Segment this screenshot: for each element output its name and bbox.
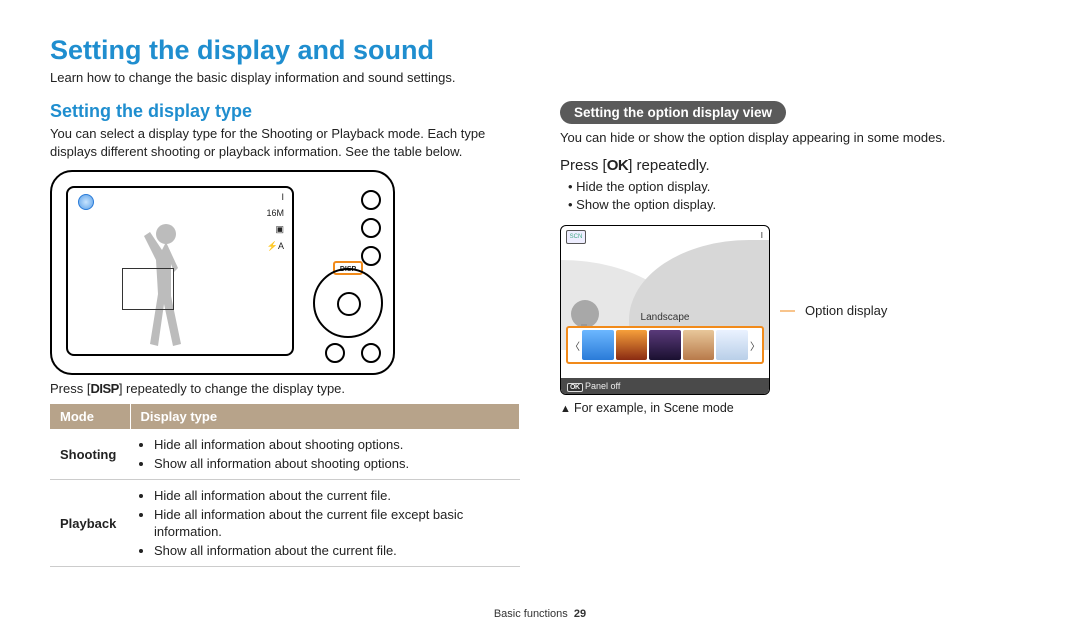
table-mode-playback: Playback xyxy=(50,480,130,567)
press-ok-step: Press [OK] repeatedly. xyxy=(560,157,1030,174)
ok-key-icon: OK xyxy=(567,383,583,392)
table-mode-shooting: Shooting xyxy=(50,429,130,480)
row-left-arrow-icon: 〈 xyxy=(570,330,580,360)
table-item: Hide all information about the current f… xyxy=(154,506,510,541)
display-type-para: You can select a display type for the Sh… xyxy=(50,125,520,160)
option-view-para: You can hide or show the option display … xyxy=(560,129,1030,147)
camera-button-2 xyxy=(361,218,381,238)
option-display-row: 〈 〉 xyxy=(566,326,764,364)
camera-caption: Press [DISP] repeatedly to change the di… xyxy=(50,381,520,396)
scene-thumb xyxy=(683,330,715,360)
camera-button-3 xyxy=(361,246,381,266)
camera-button-1 xyxy=(361,190,381,210)
scene-thumb xyxy=(649,330,681,360)
right-column: Setting the option display view You can … xyxy=(560,101,1030,567)
table-head-mode: Mode xyxy=(50,404,130,429)
camera-bottom-buttons xyxy=(325,343,381,363)
table-head-type: Display type xyxy=(130,404,520,429)
section-title-display-type: Setting the display type xyxy=(50,101,520,122)
camera-dpad xyxy=(313,268,383,338)
option-display-callout: Option display xyxy=(805,303,887,318)
left-column: Setting the display type You can select … xyxy=(50,101,520,567)
scene-thumb xyxy=(616,330,648,360)
option-view-pill: Setting the option display view xyxy=(560,101,786,124)
scene-thumb xyxy=(582,330,614,360)
page-footer: Basic functions 29 xyxy=(0,608,1080,620)
camera-status-icons: I16M▣⚡A xyxy=(266,192,284,252)
focus-box xyxy=(122,268,174,310)
option-bullet: Show the option display. xyxy=(568,196,1030,215)
disp-glyph: DISP xyxy=(90,381,118,396)
table-item: Hide all information about the current f… xyxy=(154,487,510,505)
camera-dpad-center xyxy=(337,292,361,316)
scene-thumb xyxy=(716,330,748,360)
option-bullet: Hide the option display. xyxy=(568,178,1030,197)
option-bullets: Hide the option display. Show the option… xyxy=(568,178,1030,216)
display-type-table: Mode Display type Shooting Hide all info… xyxy=(50,404,520,567)
scn-mode-icon: SCN xyxy=(566,230,586,244)
example-note: For example, in Scene mode xyxy=(560,401,1030,415)
camera-top-buttons xyxy=(361,190,381,266)
row-right-arrow-icon: 〉 xyxy=(750,330,760,360)
scene-row-label: Landscape xyxy=(561,312,769,323)
callout-arrow-icon: — xyxy=(780,302,795,319)
ok-glyph: OK xyxy=(607,157,629,174)
intro-text: Learn how to change the basic display in… xyxy=(50,70,1030,85)
scene-illustration: SCN I 16M ◉ Landscape 〈 xyxy=(560,225,770,395)
camera-button-5 xyxy=(361,343,381,363)
camera-button-4 xyxy=(325,343,345,363)
footer-section: Basic functions xyxy=(494,608,568,620)
camera-illustration: I16M▣⚡A DISP xyxy=(50,170,395,375)
page-title: Setting the display and sound xyxy=(50,35,1030,66)
table-row: Shooting Hide all information about shoo… xyxy=(50,429,520,480)
table-item: Hide all information about shooting opti… xyxy=(154,436,510,454)
globe-icon xyxy=(78,194,94,210)
table-row: Playback Hide all information about the … xyxy=(50,480,520,567)
table-item: Show all information about shooting opti… xyxy=(154,455,510,473)
panel-off-bar: OK Panel off xyxy=(561,378,769,394)
camera-screen: I16M▣⚡A xyxy=(66,186,294,356)
footer-page-number: 29 xyxy=(574,608,586,620)
table-item: Show all information about the current f… xyxy=(154,542,510,560)
